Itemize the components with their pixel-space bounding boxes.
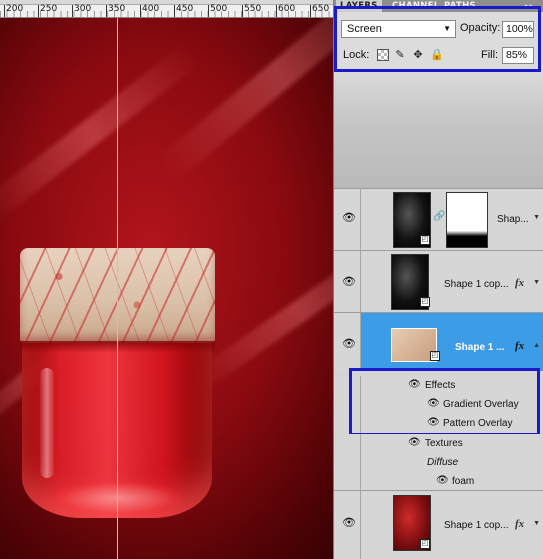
texture-item-row[interactable]: 👁 foam <box>334 472 543 490</box>
visibility-toggle[interactable]: 👁 <box>334 251 361 312</box>
layers-panel: LAYERS CHANNEL PATHS ▸▸ Screen ▼ Opacity… <box>333 0 543 559</box>
ruler-major-tick <box>276 5 277 17</box>
shape-badge-icon: ◰ <box>420 539 430 549</box>
horizontal-ruler[interactable]: 200 250 300 350 400 450 500 550 600 650 <box>0 0 333 18</box>
ruler-tick-label: 450 <box>176 4 194 14</box>
textures-row[interactable]: 👁 Textures <box>334 434 543 453</box>
layer-name[interactable]: Shape 1 cop... <box>444 279 509 290</box>
ruler-tick-label: 350 <box>108 4 126 14</box>
ruler-tick-label: 550 <box>244 4 262 14</box>
collapse-arrow-icon[interactable]: ▲ <box>533 342 540 349</box>
glass-highlight <box>40 368 54 478</box>
eye-icon[interactable]: 👁 <box>436 475 449 486</box>
layer-name[interactable]: Shape 1 ... <box>455 342 504 353</box>
annotation-box-options <box>334 6 541 72</box>
visibility-toggle[interactable]: 👁 <box>334 189 361 250</box>
light-streak <box>0 42 201 224</box>
expand-arrow-icon[interactable]: ▼ <box>533 279 540 286</box>
layer-row-selected[interactable]: 👁 ◰ Shape 1 ... fx ▲ <box>334 312 543 371</box>
ruler-major-tick <box>140 5 141 17</box>
fx-icon[interactable]: fx <box>515 518 524 530</box>
layer-name[interactable]: Shap... <box>497 214 529 225</box>
eye-icon[interactable]: 👁 <box>342 277 356 288</box>
visibility-toggle[interactable] <box>334 434 361 453</box>
eye-icon[interactable]: 👁 <box>342 518 356 529</box>
ruler-major-tick <box>72 5 73 17</box>
annotation-box-effects <box>349 368 540 436</box>
visibility-toggle[interactable]: 👁 <box>334 491 361 559</box>
ruler-tick-label: 400 <box>142 4 160 14</box>
eye-icon[interactable]: 👁 <box>342 213 356 224</box>
ruler-major-tick <box>38 5 39 17</box>
texture-name[interactable]: foam <box>452 476 474 487</box>
ruler-major-tick <box>242 5 243 17</box>
visibility-toggle[interactable] <box>334 453 361 472</box>
texture-channel-label: Diffuse <box>427 457 459 468</box>
visibility-toggle[interactable]: 👁 <box>334 313 361 371</box>
ruler-major-tick <box>208 5 209 17</box>
document-canvas[interactable]: 200 250 300 350 400 450 500 550 600 650 <box>0 0 333 559</box>
chain-link-icon[interactable]: 🔗 <box>433 211 445 222</box>
blurred-layers-area <box>334 72 543 188</box>
expand-arrow-icon[interactable]: ▼ <box>533 520 540 527</box>
layer-mask-thumbnail[interactable] <box>446 192 488 248</box>
vertical-guide-line[interactable] <box>117 18 118 559</box>
layer-row[interactable]: 👁 ◰ Shape 1 cop... fx ▼ <box>334 490 543 559</box>
ruler-tick-label: 500 <box>210 4 228 14</box>
layer-name[interactable]: Shape 1 cop... <box>444 520 509 531</box>
ruler-major-tick <box>4 5 5 17</box>
visibility-toggle[interactable] <box>334 472 361 490</box>
ruler-tick-label: 300 <box>74 4 92 14</box>
texture-group-row[interactable]: Diffuse <box>334 453 543 472</box>
ruler-tick-label: 200 <box>6 4 24 14</box>
fx-icon[interactable]: fx <box>515 277 524 289</box>
ruler-tick-label: 650 <box>312 4 330 14</box>
fx-icon[interactable]: fx <box>515 340 524 352</box>
shape-badge-icon: ◰ <box>420 297 430 307</box>
eye-icon[interactable]: 👁 <box>342 339 356 350</box>
ruler-tick-label: 250 <box>40 4 58 14</box>
textures-label: Textures <box>425 438 463 449</box>
shape-badge-icon: ◰ <box>430 351 440 361</box>
ruler-major-tick <box>106 5 107 17</box>
shape-badge-icon: ◰ <box>420 235 430 245</box>
ruler-tick-label: 600 <box>278 4 296 14</box>
eye-icon[interactable]: 👁 <box>408 437 421 448</box>
ruler-major-tick <box>174 5 175 17</box>
layer-row[interactable]: 👁 ◰ Shape 1 cop... fx ▼ <box>334 250 543 312</box>
light-streak <box>155 0 333 183</box>
ruler-major-tick <box>310 5 311 17</box>
expand-arrow-icon[interactable]: ▼ <box>533 214 540 221</box>
layer-row[interactable]: 👁 ◰ 🔗 Shap... ▼ <box>334 188 543 250</box>
